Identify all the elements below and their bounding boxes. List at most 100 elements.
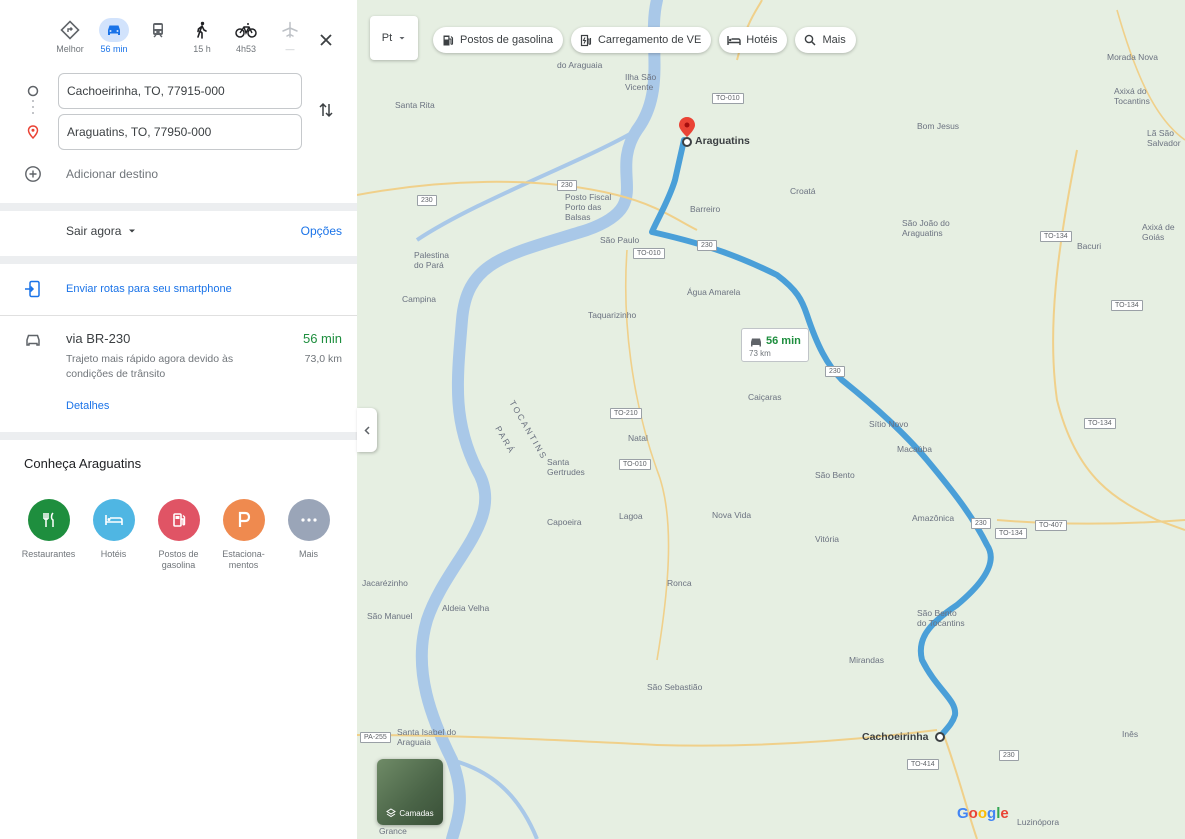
chip-gas-stations[interactable]: Postos de gasolina (433, 27, 563, 53)
category-restaurants[interactable]: Restaurantes (16, 499, 81, 571)
route-time-bubble[interactable]: 56 min 73 km (741, 328, 809, 362)
city-label-origin: Cachoeirinha (862, 731, 929, 743)
category-label: Estaciona-mentos (222, 549, 265, 570)
mode-walk[interactable]: 15 h (180, 18, 224, 64)
route-distance: 73,0 km (304, 353, 342, 365)
destination-input[interactable] (58, 114, 302, 150)
chip-more[interactable]: Mais (795, 27, 856, 53)
mode-car-label: 56 min (100, 44, 128, 54)
mode-bike[interactable]: 4h53 (224, 18, 268, 64)
place-label: Bom Jesus (917, 121, 960, 131)
road-shield: PA-255 (360, 732, 391, 743)
place-label: Morada Nova (1107, 52, 1159, 62)
directions-panel: Melhor 56 min 15 h 4h53 — Cachoeirinha, … (0, 0, 357, 839)
category-more[interactable]: Mais (276, 499, 341, 571)
place-label: Santa Rita (395, 100, 435, 110)
tocantins-river (415, 0, 663, 839)
road-shield: TO-010 (712, 93, 744, 104)
place-label: Santa Gertrudes (547, 457, 585, 477)
mode-flight[interactable]: — (268, 18, 312, 64)
chip-hotels[interactable]: Hotéis (719, 27, 788, 53)
mode-best[interactable]: Melhor (48, 18, 92, 64)
explore-title: Conheça Araguatins (24, 456, 142, 471)
place-label: Croatá (790, 186, 816, 196)
place-label: Mirandas (849, 655, 884, 665)
road-shield: 230 (971, 518, 991, 529)
search-icon (803, 33, 817, 47)
place-label: Amazônica (912, 513, 955, 523)
place-label: Aldeia Velha (442, 603, 490, 613)
ev-charging-icon (579, 33, 593, 47)
road-shield: 230 (697, 240, 717, 251)
destination-pin-icon (27, 125, 39, 139)
depart-time-dropdown[interactable]: Sair agora (66, 224, 137, 238)
mode-car[interactable]: 56 min (92, 18, 136, 64)
road (941, 729, 978, 839)
place-label: São Paulo (600, 235, 640, 245)
map-type-button[interactable]: Pt (370, 16, 418, 60)
place-label: Axixá de Goiás (1142, 222, 1175, 242)
road-shield: 230 (417, 195, 437, 206)
origin-row (0, 73, 357, 109)
route-option-card[interactable]: via BR-230 56 min Trajeto mais rápido ag… (0, 326, 357, 426)
category-parking[interactable]: Estaciona-mentos (211, 499, 276, 571)
destination-row (0, 114, 357, 150)
map-drawing (357, 0, 1185, 839)
road-shield: TO-210 (610, 408, 642, 419)
collapse-panel-button[interactable] (357, 408, 377, 452)
mode-bike-label: 4h53 (235, 44, 257, 54)
map-canvas[interactable]: Araguatins Cachoeirinha Morada Nova Axix… (357, 0, 1185, 839)
send-to-phone-label: Enviar rotas para seu smartphone (66, 283, 232, 295)
road-shield: TO-010 (633, 248, 665, 259)
place-label: Barreiro (690, 204, 721, 214)
category-label: Restaurantes (21, 549, 76, 559)
chip-label: Hotéis (746, 34, 778, 46)
category-label: Postos de gasolina (158, 549, 199, 570)
add-destination-button[interactable]: Adicionar destino (24, 163, 158, 185)
map-type-label: Pt (381, 32, 393, 44)
origin-input[interactable] (58, 73, 302, 109)
car-icon (99, 18, 129, 42)
road-shield: 230 (557, 180, 577, 191)
category-hotels[interactable]: Hotéis (81, 499, 146, 571)
place-label: Lã São Salvador (1147, 128, 1181, 148)
place-label: Jacarézinho (362, 578, 408, 588)
route-details-link[interactable]: Detalhes (66, 400, 109, 412)
hotel-bed-icon (92, 499, 135, 541)
gas-pump-icon (157, 499, 200, 541)
place-label: Capoeira (547, 517, 582, 527)
section-divider (0, 203, 357, 211)
place-label: Taquarizinho (588, 310, 637, 320)
google-logo: Google (957, 805, 1009, 822)
close-button[interactable] (312, 26, 340, 54)
place-label: Natal (628, 433, 648, 443)
place-label: Palestina do Pará (414, 250, 449, 270)
swap-button[interactable] (314, 98, 338, 122)
route-description: Trajeto mais rápido agora devido às cond… (66, 353, 234, 380)
destination-pin[interactable] (679, 117, 695, 137)
place-label: Sítio Novo (869, 419, 909, 429)
place-label: Bacuri (1077, 241, 1102, 251)
layers-button[interactable]: Camadas (377, 759, 443, 825)
destination-marker (682, 137, 692, 147)
dropdown-arrow-icon (129, 229, 136, 233)
place-label: Vitória (815, 534, 839, 544)
more-dots-icon (287, 499, 330, 541)
options-button[interactable]: Opções (301, 224, 342, 238)
road (1052, 149, 1185, 531)
chip-ev-charging[interactable]: Carregamento de VE (570, 27, 712, 53)
parking-icon (222, 499, 265, 541)
car-icon (751, 338, 761, 347)
road-shield: TO-010 (619, 459, 651, 470)
origin-marker (935, 732, 945, 742)
category-gas-stations[interactable]: Postos de gasolina (146, 499, 211, 571)
mode-transit[interactable] (136, 18, 180, 64)
best-route-icon (58, 18, 82, 42)
send-to-phone-button[interactable]: Enviar rotas para seu smartphone (24, 280, 232, 298)
layers-icon (386, 808, 397, 818)
place-label: Nova Vida (712, 510, 752, 520)
place-label: Caiçaras (748, 392, 782, 402)
chip-label: Mais (822, 34, 846, 46)
place-label: Lagoa (619, 511, 643, 521)
bubble-time: 56 min (766, 335, 801, 347)
